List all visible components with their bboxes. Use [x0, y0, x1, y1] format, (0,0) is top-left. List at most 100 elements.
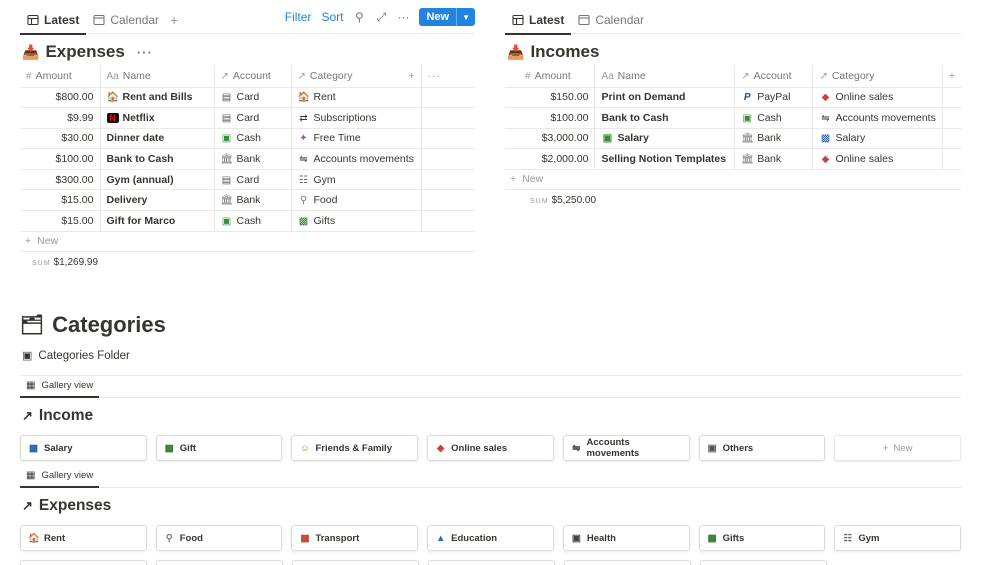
category-cell[interactable]: ⚲ Food: [290, 189, 421, 212]
gallery-card[interactable]: ▲ Education: [427, 525, 554, 551]
account-cell[interactable]: ▣ Cash: [734, 107, 813, 129]
add-property-icon[interactable]: +: [408, 70, 414, 82]
categories-folder-link[interactable]: ▣ Categories Folder: [22, 349, 961, 363]
amount-column-header[interactable]: # Amount: [20, 65, 100, 88]
gallery-card[interactable]: ▣ Others: [698, 435, 826, 461]
gallery-card[interactable]: [564, 560, 691, 565]
table-row[interactable]: $800.00 🏠 Rent and Bills ▤ Card 🏠 Rent: [20, 87, 475, 109]
table-row[interactable]: $9.99 N Netflix ▤ Card ⇄ Subscriptions: [20, 107, 475, 129]
gallery-card[interactable]: ▣ Health: [562, 525, 690, 551]
table-row[interactable]: $15.00 Gift for Marco ▣ Cash ▩ Gifts: [20, 210, 475, 232]
sum-calculation[interactable]: SUM $5,250.00: [530, 195, 961, 206]
category-cell[interactable]: ⇄ Subscriptions: [290, 107, 421, 129]
empty-cell[interactable]: [941, 128, 961, 150]
gallery-card[interactable]: [156, 560, 283, 565]
name-cell[interactable]: Gift for Marco: [99, 210, 214, 232]
sort-button[interactable]: Sort: [321, 10, 343, 24]
search-icon[interactable]: ⚲: [353, 10, 365, 24]
name-cell[interactable]: Print on Demand: [594, 87, 735, 109]
table-row[interactable]: $150.00 Print on Demand P PayPal ◆ Online sal…: [505, 87, 961, 109]
gallery-card[interactable]: ⇋ Accounts movements: [562, 435, 690, 461]
tab-calendar[interactable]: Calendar: [86, 6, 166, 34]
account-cell[interactable]: ▣ Cash: [213, 128, 291, 150]
category-cell[interactable]: ▩ Gifts: [290, 210, 421, 232]
expand-icon[interactable]: ⤢: [375, 10, 387, 25]
account-cell[interactable]: 🏛 Bank: [734, 128, 813, 150]
empty-cell[interactable]: [941, 87, 961, 109]
amount-cell[interactable]: $15.00: [20, 189, 100, 212]
table-row[interactable]: $30.00 Dinner date ▣ Cash ✦ Free Time: [20, 128, 475, 150]
filter-button[interactable]: Filter: [285, 10, 312, 24]
name-cell[interactable]: Dinner date: [99, 128, 214, 150]
category-cell[interactable]: ⇋ Accounts movements: [812, 107, 943, 129]
empty-cell[interactable]: [941, 107, 961, 129]
gallery-card[interactable]: [292, 560, 419, 565]
tab-latest[interactable]: Latest: [20, 6, 87, 35]
name-cell[interactable]: N Netflix: [99, 107, 214, 129]
name-cell[interactable]: Selling Notion Templates: [594, 148, 735, 170]
table-row[interactable]: $100.00 Bank to Cash ▣ Cash ⇋ Accounts moveme…: [505, 107, 961, 129]
add-property-header[interactable]: +: [941, 65, 961, 88]
tab-latest[interactable]: Latest: [505, 6, 572, 35]
amount-cell[interactable]: $15.00: [20, 210, 100, 232]
amount-cell[interactable]: $300.00: [20, 169, 100, 191]
amount-cell[interactable]: $100.00: [20, 148, 100, 170]
gallery-card[interactable]: [428, 560, 555, 565]
table-row[interactable]: $2,000.00 Selling Notion Templates 🏛 Bank ◆ O…: [505, 148, 961, 170]
category-cell[interactable]: ⇋ Accounts movements: [290, 148, 421, 170]
amount-column-header[interactable]: # Amount: [505, 65, 595, 88]
new-button[interactable]: New ▼: [419, 8, 475, 26]
name-column-header[interactable]: Aa Name: [99, 65, 214, 88]
gallery-card[interactable]: ☺ Friends & Family: [291, 435, 419, 461]
amount-cell[interactable]: $150.00: [505, 87, 595, 109]
account-cell[interactable]: ▤ Card: [213, 169, 291, 191]
account-cell[interactable]: P PayPal: [734, 87, 813, 109]
gallery-card[interactable]: [20, 560, 147, 565]
category-cell[interactable]: ▩ Salary: [812, 128, 943, 150]
tab-calendar[interactable]: Calendar: [571, 6, 651, 34]
gallery-card[interactable]: ▩ Salary: [20, 435, 147, 461]
table-row[interactable]: $15.00 Delivery 🏛 Bank ⚲ Food: [20, 189, 475, 212]
new-row-button[interactable]: + New: [505, 170, 961, 190]
gallery-card[interactable]: ◆ Online sales: [427, 435, 554, 461]
empty-cell[interactable]: [941, 148, 961, 170]
empty-cell[interactable]: [420, 148, 475, 170]
account-cell[interactable]: 🏛 Bank: [213, 148, 291, 170]
sum-calculation[interactable]: SUM $1,269.99: [32, 257, 475, 268]
empty-cell[interactable]: [420, 87, 475, 109]
amount-cell[interactable]: $800.00: [20, 87, 100, 109]
category-column-header[interactable]: ↗ Category: [812, 65, 943, 88]
account-cell[interactable]: 🏛 Bank: [213, 189, 291, 212]
category-cell[interactable]: ☷ Gym: [290, 169, 421, 191]
more-column-header[interactable]: ···: [420, 65, 475, 88]
gallery-card[interactable]: ▩ Gift: [155, 435, 283, 461]
account-cell[interactable]: 🏛 Bank: [734, 148, 813, 170]
gallery-card[interactable]: ▩ Gifts: [698, 525, 826, 551]
gallery-card[interactable]: ⚲ Food: [155, 525, 283, 551]
empty-cell[interactable]: [420, 210, 475, 232]
account-cell[interactable]: ▤ Card: [213, 107, 291, 129]
name-cell[interactable]: Delivery: [99, 189, 214, 212]
new-row-button[interactable]: + New: [20, 232, 475, 252]
amount-cell[interactable]: $9.99: [20, 107, 100, 129]
new-card-button[interactable]: + New: [834, 435, 962, 461]
amount-cell[interactable]: $30.00: [20, 128, 100, 150]
table-row[interactable]: $3,000.00 ▣ Salary 🏛 Bank ▩ Salary: [505, 128, 961, 150]
more-icon[interactable]: ···: [137, 45, 153, 60]
add-view-icon[interactable]: +: [170, 12, 178, 28]
category-column-header[interactable]: ↗ Category +: [290, 65, 421, 88]
account-column-header[interactable]: ↗ Account: [734, 65, 813, 88]
account-cell[interactable]: ▤ Card: [213, 87, 291, 109]
more-icon[interactable]: ···: [428, 70, 442, 82]
account-column-header[interactable]: ↗ Account: [213, 65, 291, 88]
gallery-card[interactable]: 🏠 Rent: [20, 525, 147, 551]
account-cell[interactable]: ▣ Cash: [213, 210, 291, 232]
table-row[interactable]: $300.00 Gym (annual) ▤ Card ☷ Gym: [20, 169, 475, 191]
empty-cell[interactable]: [420, 189, 475, 212]
table-row[interactable]: $100.00 Bank to Cash 🏛 Bank ⇋ Accounts moveme…: [20, 148, 475, 170]
name-cell[interactable]: 🏠 Rent and Bills: [99, 87, 214, 109]
category-cell[interactable]: 🏠 Rent: [290, 87, 421, 109]
category-cell[interactable]: ✦ Free Time: [290, 128, 421, 150]
empty-cell[interactable]: [420, 128, 475, 150]
category-cell[interactable]: ◆ Online sales: [812, 87, 943, 109]
